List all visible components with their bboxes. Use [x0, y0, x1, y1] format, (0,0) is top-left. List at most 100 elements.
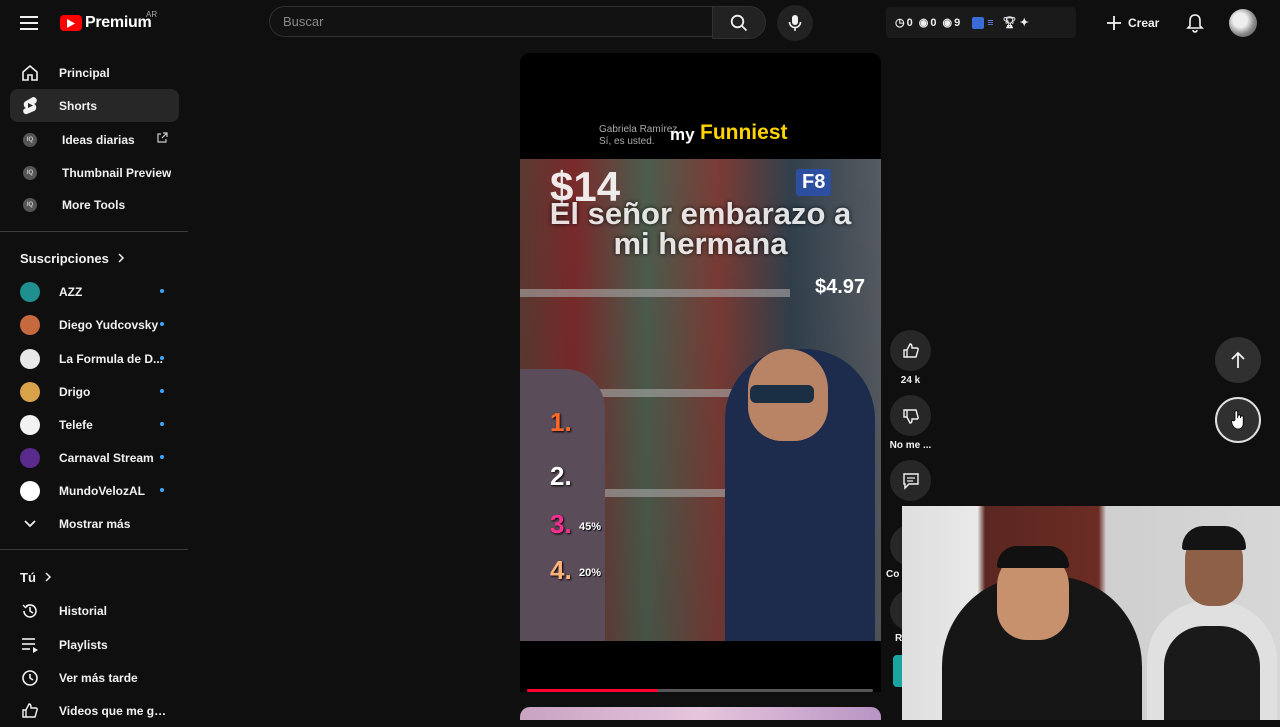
- video-header-prefix: my: [670, 125, 695, 144]
- channel-avatar: [20, 414, 40, 435]
- show-more-button[interactable]: Mostrar más: [10, 507, 179, 540]
- sidebar-item-ver-mas-tarde[interactable]: Ver más tarde: [10, 661, 179, 694]
- subscription-label: MundoVelozAL: [59, 483, 145, 498]
- sparkle-icon[interactable]: ✦: [1020, 16, 1029, 29]
- sidebar-item-label: Videos que me gus...: [59, 703, 169, 718]
- rank-2: 2.: [550, 461, 572, 491]
- subscription-label: Diego Yudcovsky: [59, 317, 159, 332]
- like-count: 24 k: [900, 375, 921, 386]
- sidebar-item-ideas-diarias[interactable]: IQ Ideas diarias: [10, 123, 179, 156]
- streamer-hair: [997, 546, 1069, 568]
- video-frame[interactable]: $14 $4.97 F8 El señor embarazo a mi herma…: [520, 159, 881, 641]
- sidebar-item-label: Thumbnail Preview: [62, 165, 172, 180]
- video-caption-line2: mi hermana: [613, 226, 788, 261]
- create-button[interactable]: Crear: [1100, 8, 1165, 38]
- new-content-dot: [160, 422, 164, 426]
- subscriptions-title: Suscripciones: [20, 251, 109, 266]
- next-short-button[interactable]: [1215, 397, 1261, 443]
- sidebar-item-playlists[interactable]: Playlists: [10, 628, 179, 661]
- dislike-label: No me ...: [889, 440, 932, 451]
- comments-button[interactable]: [890, 460, 931, 501]
- sidebar-item-label: Historial: [59, 603, 108, 618]
- home-icon: [20, 63, 40, 83]
- microphone-icon: [788, 15, 802, 31]
- sidebar-divider: [0, 231, 188, 232]
- external-link-icon: [156, 132, 168, 147]
- new-content-dot: [160, 389, 164, 393]
- subscription-item-mundovelozal[interactable]: MundoVelozAL: [10, 474, 179, 507]
- arrow-up-icon: [1231, 351, 1245, 368]
- subscription-item-telefe[interactable]: Telefe: [10, 408, 179, 441]
- subscription-label: Telefe: [59, 417, 93, 432]
- like-icon: [20, 701, 40, 721]
- eye-icon: ◉: [918, 17, 929, 29]
- extension-toolbar[interactable]: ◷ 0 ◉ 0 ◉ 9 ≡ 🏆︎ ✦: [886, 7, 1076, 38]
- sidebar-item-principal[interactable]: Principal: [10, 56, 179, 89]
- top-bar: Premium AR ◷0 ◉0 ◉9 ≡ 🏆︎ ✦ Crear: [0, 0, 1280, 46]
- sidebar-item-liked-videos[interactable]: Videos que me gus...: [10, 694, 179, 727]
- menu-icon[interactable]: [16, 11, 42, 35]
- thumbs-down-icon: [902, 408, 919, 424]
- subscription-item-la-formula[interactable]: La Formula de D...: [10, 342, 179, 375]
- rank-4: 4.: [550, 555, 572, 585]
- sidebar-item-historial[interactable]: Historial: [10, 594, 179, 627]
- notifications-button[interactable]: [1182, 10, 1208, 36]
- trophy-icon[interactable]: 🏆︎: [1003, 16, 1017, 29]
- subscription-label: Drigo: [59, 384, 91, 399]
- account-avatar[interactable]: [1229, 9, 1257, 37]
- channel-avatar: [20, 381, 40, 402]
- sidebar-item-shorts[interactable]: Shorts: [10, 89, 179, 122]
- bell-icon: [1186, 14, 1204, 33]
- you-header[interactable]: Tú: [20, 570, 52, 585]
- rank-4-percent: 20%: [579, 567, 602, 579]
- channel-avatar: [20, 348, 40, 369]
- new-content-dot: [160, 455, 164, 459]
- sunglasses-shape: [750, 385, 814, 403]
- youtube-logo[interactable]: Premium: [60, 12, 152, 34]
- sidebar-item-label: Principal: [59, 65, 110, 80]
- guest-shirt: [1164, 626, 1260, 720]
- subscription-label: Carnaval Stream: [59, 450, 154, 465]
- subscriptions-header[interactable]: Suscripciones: [20, 251, 125, 266]
- subscription-item-diego-yudcovsky[interactable]: Diego Yudcovsky: [10, 308, 179, 341]
- views-icon: ◉: [942, 17, 953, 29]
- thumbs-up-icon: [902, 342, 919, 358]
- comment-text: Sí, es usted.: [599, 136, 655, 147]
- sidebar-item-more-tools[interactable]: IQ More Tools: [10, 188, 179, 221]
- play-icon: [60, 15, 82, 31]
- rank-3-percent: 45%: [579, 521, 602, 533]
- chevron-right-icon: [117, 251, 125, 266]
- chevron-right-icon: [44, 570, 52, 585]
- short-player[interactable]: Gabriela Ramírez Sí, es usted. my Funnies…: [520, 53, 881, 692]
- subscription-item-carnaval-stream[interactable]: Carnaval Stream: [10, 441, 179, 474]
- video-progress-fill: [527, 689, 659, 692]
- voice-search-button[interactable]: [777, 5, 813, 41]
- video-progress-bar[interactable]: [527, 689, 873, 692]
- next-short-preview[interactable]: [520, 707, 881, 720]
- subscription-item-azz[interactable]: AZZ: [10, 275, 179, 308]
- channel-avatar: [20, 281, 40, 302]
- vidiq-icon[interactable]: [972, 16, 985, 29]
- search-button[interactable]: [712, 6, 766, 39]
- clock-icon: ◷: [895, 17, 905, 29]
- previous-short-button[interactable]: [1215, 337, 1261, 383]
- comment-icon: [902, 472, 919, 490]
- guest-hair: [1182, 526, 1246, 550]
- webcam-overlay: [902, 506, 1280, 720]
- sidebar-item-thumbnail-preview[interactable]: IQ Thumbnail Preview: [10, 156, 179, 189]
- create-label: Crear: [1128, 16, 1160, 30]
- search-input[interactable]: [269, 6, 712, 37]
- channel-avatar: [20, 447, 40, 468]
- vidiq-tool-icon: IQ: [23, 165, 37, 180]
- search-bar: [269, 6, 766, 39]
- list-icon[interactable]: ≡: [987, 17, 993, 29]
- watch-later-icon: [20, 668, 40, 688]
- rank-3: 3.: [550, 509, 572, 539]
- vidiq-tool-icon: IQ: [23, 132, 37, 147]
- like-button[interactable]: [890, 330, 931, 371]
- dislike-button[interactable]: [890, 395, 931, 436]
- subscription-item-drigo[interactable]: Drigo: [10, 375, 179, 408]
- channel-thumbnail-partial[interactable]: [893, 655, 902, 687]
- history-icon: [20, 601, 40, 621]
- sidebar-item-label: More Tools: [62, 197, 126, 212]
